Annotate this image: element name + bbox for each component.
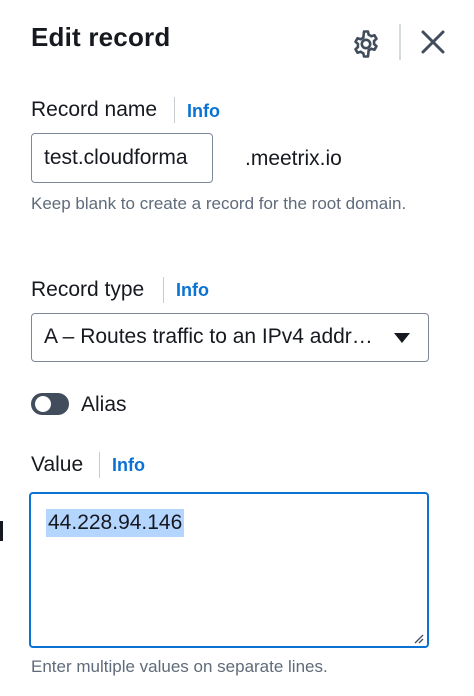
record-type-label-divider: [163, 277, 164, 303]
value-hint: Enter multiple values on separate lines.: [31, 657, 328, 676]
record-type-label: Record type: [31, 278, 145, 301]
record-type-select[interactable]: A – Routes traffic to an IPv4 address an…: [31, 313, 429, 362]
value-label-divider: [99, 452, 100, 478]
header-divider: [399, 24, 401, 60]
record-name-label-divider: [174, 97, 175, 123]
gear-icon[interactable]: [351, 29, 381, 59]
record-name-input[interactable]: test.cloudforma: [31, 133, 213, 183]
resize-grip-icon[interactable]: [412, 631, 424, 644]
alias-label: Alias: [81, 393, 127, 416]
domain-suffix: .meetrix.io: [245, 147, 342, 170]
panel-title: Edit record: [31, 22, 171, 52]
toggle-knob: [35, 396, 51, 412]
record-type-info-link[interactable]: Info: [176, 280, 209, 301]
caret-down-icon: [394, 333, 410, 343]
value-info-link[interactable]: Info: [112, 455, 145, 476]
outside-edge-mark: [0, 521, 3, 541]
value-label: Value: [31, 453, 84, 476]
record-name-info-link[interactable]: Info: [187, 101, 220, 122]
record-name-label: Record name: [31, 98, 158, 121]
value-textarea[interactable]: 44.228.94.146: [29, 492, 429, 648]
record-type-selected-value: A – Routes traffic to an IPv4 address an…: [44, 325, 379, 348]
value-text[interactable]: 44.228.94.146: [46, 509, 185, 537]
record-name-hint: Keep blank to create a record for the ro…: [31, 194, 407, 213]
close-icon[interactable]: [420, 29, 446, 55]
alias-toggle[interactable]: [31, 393, 69, 415]
